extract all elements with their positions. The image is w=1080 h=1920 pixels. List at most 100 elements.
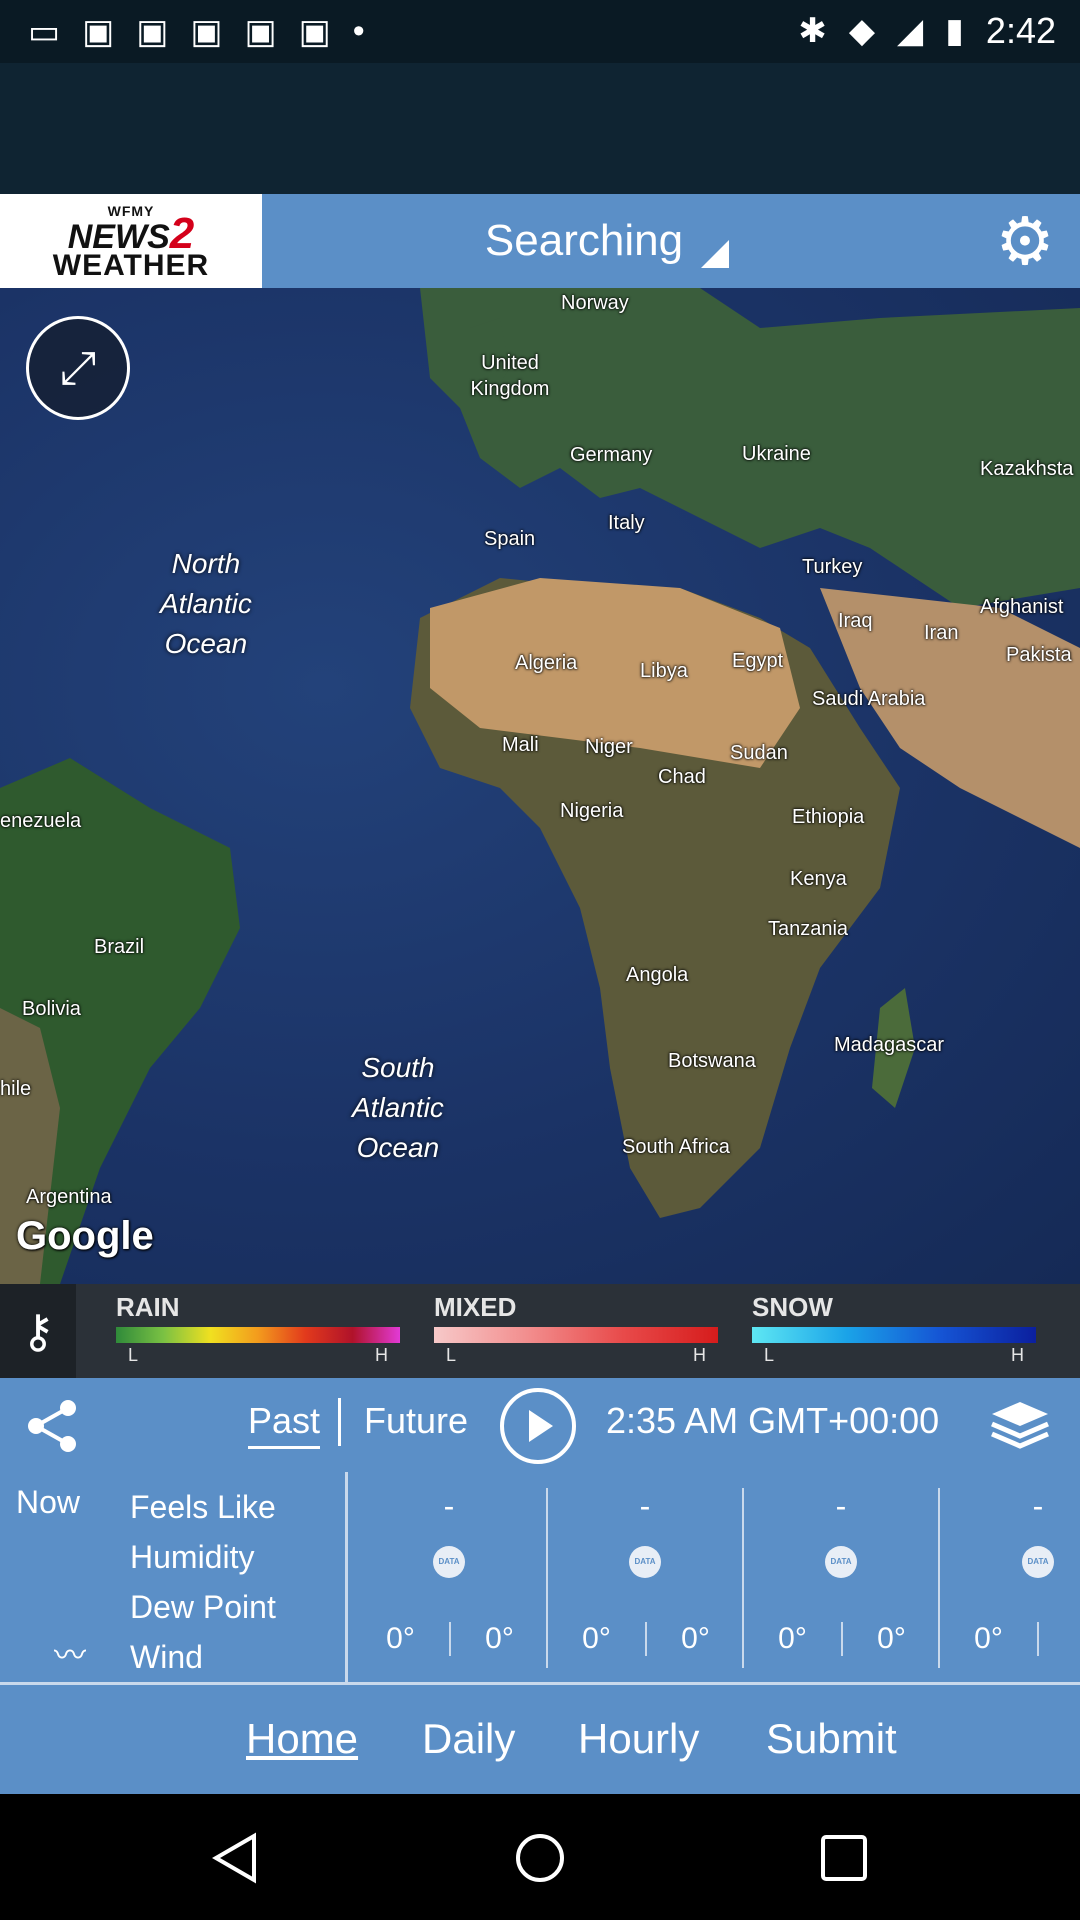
map-label-botswana: Botswana — [668, 1050, 756, 1072]
bottom-navigation: Home Daily Hourly Submit — [0, 1682, 1080, 1794]
ocean-label-north-atlantic: North Atlantic Ocean — [160, 548, 252, 659]
no-data-icon: DATA — [1022, 1546, 1054, 1578]
map-label-turkey: Turkey — [802, 556, 863, 578]
map-label-ethiopia: Ethiopia — [792, 806, 865, 828]
wind-icon: 〰 — [54, 1637, 87, 1673]
map-label-tanzania: Tanzania — [768, 918, 849, 940]
no-data-icon: DATA — [629, 1546, 661, 1578]
legend-mixed-bar — [434, 1327, 718, 1343]
legend-rain-title: RAIN — [116, 1292, 180, 1322]
legend-mixed-low: L — [446, 1345, 457, 1365]
map-label-brazil: Brazil — [94, 936, 145, 958]
no-data-icon: DATA — [825, 1546, 857, 1578]
map-label-chile: hile — [0, 1078, 32, 1100]
fullscreen-expand-icon[interactable]: ⤢ — [26, 316, 130, 420]
bluetooth-icon: ✱ — [798, 12, 827, 50]
radar-controls: Past Future 2:35 AM GMT+00:00 — [0, 1378, 1080, 1472]
app-notification-icon: ▣ — [190, 13, 223, 51]
map-label-chad: Chad — [658, 766, 706, 788]
forecast-column[interactable]: - DATA 0° 0° — [352, 1488, 548, 1668]
map-label-venezuela: enezuela — [0, 810, 82, 832]
dropdown-icon — [701, 240, 730, 268]
map-label-kenya: Kenya — [790, 868, 847, 890]
recents-icon[interactable] — [818, 1832, 870, 1884]
map-label-madagascar: Madagascar — [834, 1034, 945, 1056]
dew-point-label: Dew Point — [130, 1589, 276, 1625]
logo-callsign: WFMY — [107, 202, 155, 219]
settings-gear-icon[interactable]: ⚙ — [992, 208, 1058, 274]
forecast-high: 0° — [352, 1622, 451, 1656]
map-label-germany: Germany — [570, 444, 653, 466]
map-label-libya: Libya — [640, 660, 688, 682]
location-label: Searching — [484, 216, 684, 265]
radar-map[interactable]: ⤢ Norway United Kingdom Germany Ukraine … — [0, 288, 1080, 1284]
future-tab[interactable]: Future — [364, 1400, 468, 1442]
map-label-pakistan: Pakista — [1006, 644, 1072, 666]
map-label-iran: Iran — [924, 622, 959, 644]
map-label-norway: Norway — [561, 292, 629, 314]
back-icon[interactable] — [210, 1832, 262, 1884]
forecast-column[interactable]: - DATA 0° 0° — [744, 1488, 940, 1668]
divider — [338, 1398, 341, 1446]
forecast-column[interactable]: - DATA 0°0 — [940, 1488, 1080, 1668]
map-label-mali: Mali — [502, 734, 539, 756]
ad-area — [0, 63, 1080, 194]
forecast-high: 0° — [940, 1622, 1039, 1656]
forecast-low: 0° — [681, 1622, 710, 1655]
forecast-low: 0° — [485, 1622, 514, 1655]
forecast-condition: - — [835, 1488, 847, 1524]
legend-snow-high: H — [1011, 1345, 1024, 1365]
logo-weather: WEATHER — [52, 248, 210, 282]
nav-daily[interactable]: Daily — [422, 1715, 515, 1763]
map-label-kazakhstan: Kazakhsta — [980, 458, 1074, 480]
map-label-bolivia: Bolivia — [22, 998, 81, 1020]
layers-icon[interactable] — [988, 1398, 1052, 1452]
map-label-sudan: Sudan — [730, 742, 788, 764]
system-navigation-bar — [0, 1794, 1080, 1920]
app-notification-icon: ▣ — [82, 13, 115, 51]
forecast-column[interactable]: - DATA 0° 0° — [548, 1488, 744, 1668]
legend-rain-high: H — [375, 1345, 388, 1365]
legend-mixed-high: H — [693, 1345, 706, 1365]
app-notification-icon: ▣ — [136, 13, 169, 51]
forecast-low: 0° — [877, 1622, 906, 1655]
now-label: Now — [16, 1484, 81, 1520]
forecast-low: 0 — [1039, 1622, 1080, 1656]
current-conditions: Now Feels Like Humidity Dew Point Wind 〰 — [0, 1472, 348, 1682]
battery-icon: ▮ — [945, 12, 964, 50]
app-notification-icon: ▣ — [244, 13, 277, 51]
legend-snow: SNOW L H — [752, 1292, 1036, 1366]
forecast-high: 0° — [548, 1622, 647, 1656]
more-dot-icon: • — [352, 12, 365, 50]
share-icon[interactable] — [22, 1396, 82, 1456]
nav-home[interactable]: Home — [246, 1715, 358, 1763]
map-label-angola: Angola — [626, 964, 689, 986]
play-button[interactable] — [500, 1388, 576, 1464]
google-logo: Google — [16, 1214, 154, 1258]
map-label-ukraine: Ukraine — [742, 443, 811, 465]
radar-timestamp: 2:35 AM GMT+00:00 — [606, 1400, 940, 1441]
map-label-south-africa: South Africa — [622, 1136, 730, 1158]
past-tab[interactable]: Past — [248, 1400, 321, 1449]
notification-icons: ▭ ▣ ▣ ▣ ▣ ▣ • — [28, 12, 365, 52]
feels-like-label: Feels Like — [130, 1489, 276, 1525]
nav-submit[interactable]: Submit — [766, 1715, 897, 1763]
play-icon — [529, 1410, 553, 1442]
forecast-high: 0° — [744, 1622, 843, 1656]
home-icon[interactable] — [514, 1832, 566, 1884]
map-label-italy: Italy — [608, 512, 645, 534]
map-label-saudi-arabia: Saudi Arabia — [812, 688, 926, 710]
legend-mixed-title: MIXED — [434, 1292, 517, 1322]
map-label-nigeria: Nigeria — [560, 800, 624, 822]
forecast-condition: - — [1032, 1488, 1044, 1524]
legend-snow-low: L — [764, 1345, 775, 1365]
key-icon[interactable]: ⚷ — [0, 1284, 76, 1378]
map-label-egypt: Egypt — [732, 650, 784, 672]
nav-hourly[interactable]: Hourly — [578, 1715, 699, 1763]
legend-mixed: MIXED L H — [434, 1292, 718, 1366]
map-label-algeria: Algeria — [515, 652, 578, 674]
status-time: 2:42 — [985, 10, 1056, 51]
legend-rain-low: L — [128, 1345, 139, 1365]
location-selector[interactable]: Searching — [262, 194, 952, 288]
legend-snow-bar — [752, 1327, 1036, 1343]
